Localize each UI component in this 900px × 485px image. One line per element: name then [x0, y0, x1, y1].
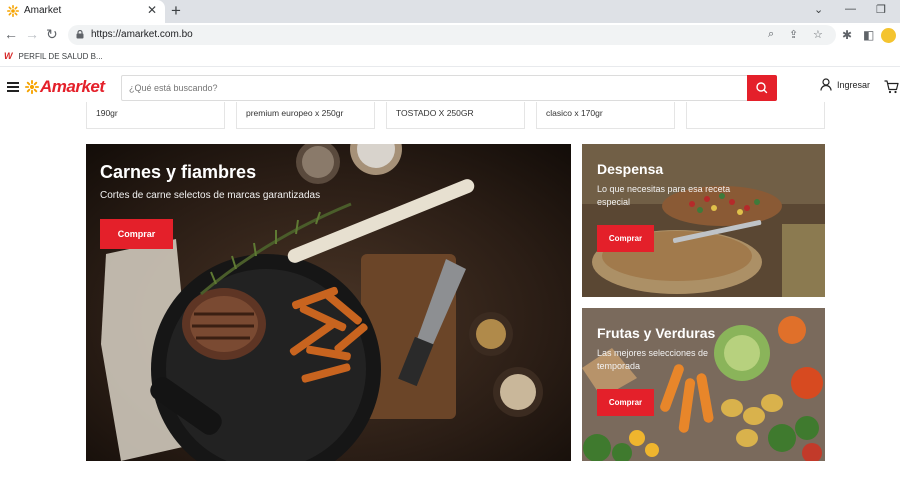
product-card[interactable]: clasico x 170gr — [536, 102, 675, 129]
bookmark-perfil-de-salud[interactable]: W PERFIL DE SALUD B... — [4, 51, 103, 61]
search-icon — [756, 82, 768, 94]
reload-icon[interactable]: ↻ — [46, 26, 58, 42]
browser-tabstrip: Amarket ✕ + ⌄ — ❐ — [0, 0, 900, 23]
product-card[interactable]: premium europeo x 250gr — [236, 102, 375, 129]
product-card[interactable]: 190gr — [86, 102, 225, 129]
product-name: clasico x 170gr — [546, 108, 603, 118]
forward-icon[interactable]: → — [25, 26, 39, 42]
meat-banner-subtitle: Cortes de carne selectos de marcas garan… — [100, 190, 321, 201]
profile-avatar[interactable] — [881, 28, 896, 43]
login-label: Ingresar — [837, 79, 871, 90]
bookmark-favicon-icon: W — [4, 51, 13, 61]
restore-icon[interactable]: ❐ — [876, 3, 886, 16]
logo-burst-icon — [25, 80, 39, 94]
pantry-banner[interactable]: Despensa Lo que necesitas para esa recet… — [582, 144, 825, 297]
browser-toolbar: ← → ↻ https://amarket.com.bo ⌕ ⇪ ☆ ✱ ◧ — [0, 23, 900, 47]
pantry-banner-title: Despensa — [597, 161, 664, 177]
search-input[interactable] — [122, 76, 748, 100]
amarket-favicon-icon — [7, 5, 19, 17]
pantry-shop-button[interactable]: Comprar — [597, 225, 654, 252]
tab-title: Amarket — [24, 5, 62, 16]
cart-button[interactable] — [884, 80, 899, 99]
tab-search-chevron-icon[interactable]: ⌄ — [814, 3, 823, 16]
address-bar[interactable]: https://amarket.com.bo ⌕ ⇪ ☆ — [68, 25, 836, 45]
back-icon[interactable]: ← — [4, 26, 18, 42]
meat-banner-title: Carnes y fiambres — [100, 162, 257, 182]
product-carousel: 190gr premium europeo x 250gr TOSTADO X … — [86, 102, 826, 129]
pantry-banner-subtitle: Lo que necesitas para esa receta especia… — [597, 184, 731, 207]
new-tab-icon[interactable]: + — [171, 0, 181, 22]
browser-tab[interactable]: Amarket ✕ — [0, 0, 165, 23]
produce-shop-button[interactable]: Comprar — [597, 389, 654, 416]
meat-shop-button[interactable]: Comprar — [100, 219, 173, 249]
amarket-logo[interactable]: Amarket — [25, 77, 105, 97]
tab-close-icon[interactable]: ✕ — [147, 3, 157, 17]
bookmark-label: PERFIL DE SALUD B... — [18, 51, 103, 61]
produce-banner-subtitle: Las mejores selecciones de temporada — [597, 348, 709, 371]
product-name: TOSTADO X 250GR — [396, 108, 474, 118]
produce-banner[interactable]: Frutas y Verduras Las mejores seleccione… — [582, 308, 825, 461]
extensions-icon[interactable]: ✱ — [842, 28, 852, 42]
product-name: premium europeo x 250gr — [246, 108, 344, 118]
side-panel-icon[interactable]: ◧ — [863, 28, 874, 42]
produce-banner-title: Frutas y Verduras — [597, 325, 716, 341]
product-name: 190gr — [96, 108, 118, 118]
user-icon — [820, 78, 832, 91]
logo-text: Amarket — [40, 77, 105, 96]
meat-banner[interactable]: Carnes y fiambres Cortes de carne select… — [86, 144, 571, 461]
menu-icon[interactable] — [7, 82, 19, 92]
zoom-icon[interactable]: ⌕ — [768, 28, 774, 41]
lock-icon — [76, 30, 84, 39]
product-card[interactable]: TOSTADO X 250GR — [386, 102, 525, 129]
search-box — [121, 75, 777, 101]
cart-icon — [884, 80, 899, 94]
url-text: https://amarket.com.bo — [91, 29, 193, 40]
minimize-icon[interactable]: — — [845, 3, 856, 15]
bookmark-star-icon[interactable]: ☆ — [813, 28, 823, 41]
login-link[interactable]: Ingresar — [820, 78, 870, 91]
search-button[interactable] — [747, 75, 777, 101]
product-card[interactable] — [686, 102, 825, 129]
bookmarks-bar: W PERFIL DE SALUD B... — [0, 47, 900, 67]
share-icon[interactable]: ⇪ — [789, 28, 798, 41]
